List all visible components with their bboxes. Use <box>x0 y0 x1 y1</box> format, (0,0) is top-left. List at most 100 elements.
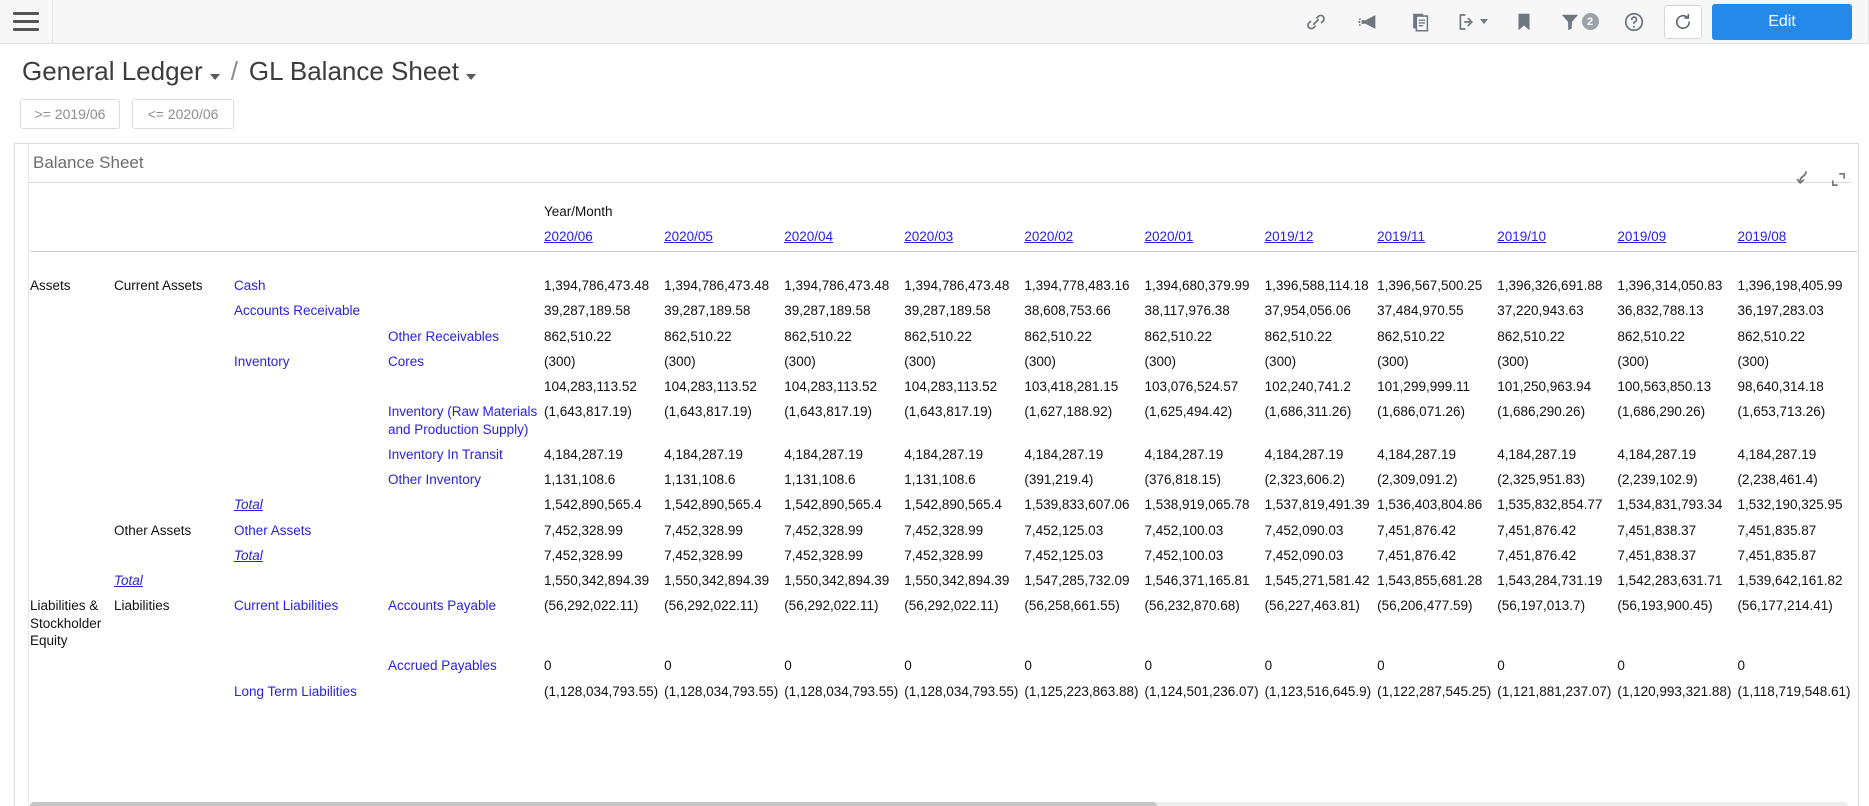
value-cell: (1,643,817.19) <box>664 404 752 420</box>
help-icon[interactable] <box>1608 0 1660 44</box>
dim-cell-3 <box>234 324 388 349</box>
report-title-divider <box>21 182 1852 183</box>
value-cell: 1,543,855,681.28 <box>1377 573 1483 589</box>
month-header[interactable]: 2020/03 <box>904 224 1025 252</box>
dim-cell-4[interactable]: Inventory (Raw Materials and Production … <box>388 399 544 442</box>
filter-icon[interactable]: 2 <box>1550 0 1608 44</box>
dim-cell-2 <box>114 543 234 568</box>
horizontal-scrollbar-thumb[interactable] <box>30 802 1158 806</box>
dim-cell-3[interactable]: Current Liabilities <box>234 593 388 653</box>
value-cell: 103,418,281.15 <box>1024 379 1119 395</box>
dim-cell-1[interactable]: Liabilities & Stockholder Equity <box>30 593 114 653</box>
value-cell: 4,184,287.19 <box>1377 446 1456 462</box>
dim-cell-3[interactable]: Accounts Receivable <box>234 298 388 323</box>
dim-cell-4[interactable]: Accrued Payables <box>388 653 544 678</box>
month-header[interactable]: 2020/02 <box>1024 224 1145 252</box>
value-cell: (56,227,463.81) <box>1264 598 1360 614</box>
breadcrumb-current[interactable]: GL Balance Sheet <box>249 56 459 87</box>
value-cell: 7,452,328.99 <box>664 522 743 538</box>
value-cell: (2,238,461.4) <box>1737 472 1818 488</box>
hamburger-menu-icon[interactable] <box>0 0 52 44</box>
value-cell: 104,283,113.52 <box>904 379 998 395</box>
dim-cell-2[interactable]: Current Assets <box>114 273 234 298</box>
value-cell: 39,287,189.58 <box>664 303 751 319</box>
report-card: Balance Sheet Year/Month 2020/06 2020/05… <box>14 143 1859 806</box>
value-cell: 1,534,831,793.34 <box>1617 497 1723 513</box>
value-cell: 7,452,100.03 <box>1144 547 1224 563</box>
dim-cell-3[interactable]: Other Assets <box>234 518 388 543</box>
value-cell: (1,124,501,236.07) <box>1144 683 1259 699</box>
value-cell: 4,184,287.19 <box>1024 446 1104 462</box>
expand-icon[interactable] <box>1831 172 1846 192</box>
value-cell: 38,117,976.38 <box>1144 303 1230 319</box>
link-icon[interactable] <box>1290 0 1342 44</box>
export-icon[interactable] <box>1446 0 1498 44</box>
dim-cell-1[interactable]: Assets <box>30 273 114 298</box>
month-header[interactable]: 2020/06 <box>544 224 665 252</box>
date-to-chip[interactable]: <= 2020/06 <box>132 99 234 129</box>
dim-cell-4[interactable]: Accounts Payable <box>388 593 544 653</box>
table-row: Inventory Cores (300) (300) (300) (300) (300)(… <box>30 349 1857 374</box>
value-cell: (56,292,022.11) <box>664 598 759 614</box>
dim-cell-4[interactable]: Cores <box>388 349 544 374</box>
value-cell: 98,640,314.18 <box>1737 379 1824 395</box>
value-cell: 7,451,876.42 <box>1377 522 1456 538</box>
report-table-scroll[interactable]: Year/Month 2020/06 2020/05 2020/04 2020/… <box>30 199 1858 806</box>
month-header[interactable]: 2019/10 <box>1497 224 1618 252</box>
value-cell: 7,451,835.87 <box>1737 522 1817 538</box>
chevron-down-icon[interactable] <box>1480 19 1488 24</box>
dim-cell-4[interactable]: Other Receivables <box>388 324 544 349</box>
month-header[interactable]: 2020/01 <box>1144 224 1265 252</box>
bookmark-icon[interactable] <box>1498 0 1550 44</box>
value-cell: 7,452,328.99 <box>904 522 984 538</box>
dim-cell-2[interactable]: Liabilities <box>114 593 234 653</box>
value-cell: 862,510.22 <box>1497 328 1565 344</box>
value-cell: 36,832,788.13 <box>1617 303 1704 319</box>
dim-cell-2 <box>114 298 234 323</box>
value-cell: 0 <box>904 658 912 674</box>
dim-cell-2 <box>114 324 234 349</box>
month-header[interactable]: 2019/08 <box>1737 224 1857 252</box>
app-toolbar: 2 Edit <box>0 0 1869 44</box>
value-cell: 1,542,283,631.71 <box>1617 573 1723 589</box>
dim-cell-4[interactable]: Other Inventory <box>388 467 544 492</box>
dim-header-4 <box>388 224 544 252</box>
dim-cell-2[interactable]: Other Assets <box>114 518 234 543</box>
value-cell: (1,643,817.19) <box>544 404 632 420</box>
horizontal-scrollbar[interactable] <box>30 802 1848 806</box>
month-header[interactable]: 2019/09 <box>1617 224 1738 252</box>
table-row: Other Assets Other Assets 7,452,328.99 7,45… <box>30 518 1857 543</box>
dim-cell-3[interactable]: Cash <box>234 273 388 298</box>
announce-icon[interactable] <box>1342 0 1394 44</box>
total-label[interactable]: Total <box>114 568 234 593</box>
month-header[interactable]: 2020/05 <box>664 224 785 252</box>
dim-cell-3[interactable]: Inventory <box>234 349 388 374</box>
value-cell: (2,323,606.2) <box>1264 472 1345 488</box>
refresh-button[interactable] <box>1664 4 1702 39</box>
value-cell: 1,396,567,500.25 <box>1377 278 1483 294</box>
total-label[interactable]: Total <box>234 492 388 517</box>
dim-cell-4[interactable]: Inventory In Transit <box>388 442 544 467</box>
value-cell: (300) <box>1617 353 1649 369</box>
total-label[interactable]: Total <box>234 543 388 568</box>
breadcrumb-root[interactable]: General Ledger <box>22 56 203 87</box>
copy-icon[interactable] <box>1394 0 1446 44</box>
value-cell: 39,287,189.58 <box>904 303 991 319</box>
value-cell: 37,954,056.06 <box>1264 303 1351 319</box>
value-cell: 7,451,876.42 <box>1497 522 1577 538</box>
value-cell: 4,184,287.19 <box>544 446 623 462</box>
download-arrow-icon[interactable] <box>1796 170 1813 194</box>
table-body: Assets Current Assets Cash 1,394,786,473.48… <box>30 273 1857 704</box>
breadcrumb-current-chevron-down-icon[interactable] <box>466 74 476 80</box>
month-header[interactable]: 2019/11 <box>1377 224 1498 252</box>
breadcrumb-root-chevron-down-icon[interactable] <box>209 74 220 80</box>
month-header[interactable]: 2020/04 <box>784 224 905 252</box>
value-cell: 862,510.22 <box>784 328 852 344</box>
date-from-chip[interactable]: >= 2019/06 <box>20 99 120 129</box>
month-header[interactable]: 2019/12 <box>1264 224 1378 252</box>
edit-button[interactable]: Edit <box>1712 3 1852 40</box>
dim-cell-1 <box>30 467 114 492</box>
value-cell: 1,394,786,473.48 <box>904 278 1010 294</box>
dim-cell-3 <box>234 399 388 442</box>
dim-cell-3[interactable]: Long Term Liabilities <box>234 679 388 704</box>
